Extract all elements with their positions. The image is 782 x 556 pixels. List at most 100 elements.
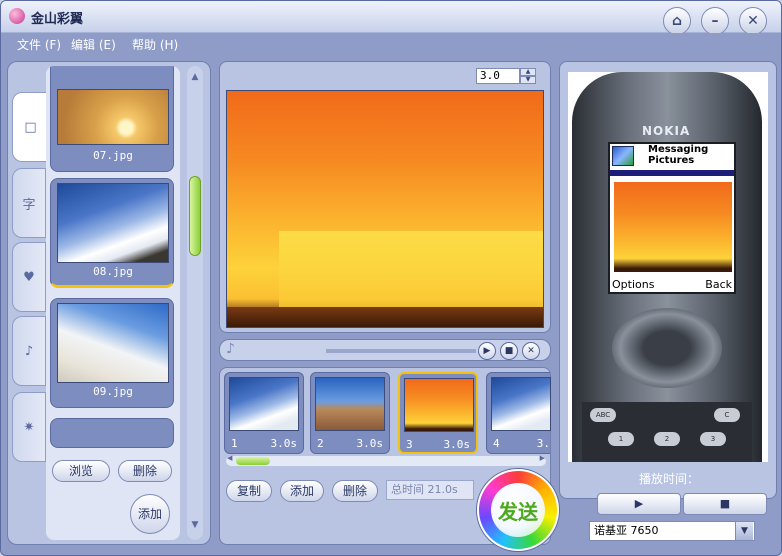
window-title: 金山彩翼 [31,12,84,27]
audio-stop-button[interactable]: ■ [500,342,518,360]
thumbnail-label: 08.jpg [93,265,133,278]
thumbnail-item[interactable]: 09.jpg [50,298,174,408]
audio-remove-button[interactable]: ✕ [522,342,540,360]
phone-stop-button[interactable]: ■ [683,493,767,515]
delete-material-button[interactable]: 删除 [118,460,172,482]
close-icon: ✕ [747,13,759,29]
timeline-frame[interactable]: 2 3.0s [310,372,390,454]
frame-thumbnail [491,377,551,431]
phone-key: 1 [608,432,634,446]
frame-number: 1 [231,437,238,450]
background-icon: □ [24,119,37,135]
phone-key: ABC [590,408,616,422]
close-icon: ✕ [527,346,535,356]
timeline-scrollbar[interactable]: ◀ ▶ [226,454,546,466]
add-material-button[interactable]: 添加 [130,494,170,534]
thumbnail-image [57,183,169,263]
audio-progress-track[interactable] [326,349,476,353]
thumbnail-item[interactable]: 07.jpg [50,66,174,172]
thumbnail-image [57,303,169,383]
send-button[interactable]: 发送 [477,469,559,551]
frame-thumbnail [229,377,299,431]
thumbnail-item[interactable]: 08.jpg [50,178,174,288]
screen-divider [610,170,734,176]
effects-icon: ✷ [23,419,35,435]
delete-frame-button[interactable]: 删除 [332,480,378,502]
preview-image [226,90,544,328]
menu-help[interactable]: 帮助 (H) [132,36,178,53]
frame-duration: 3.0s [270,437,298,450]
phone-model-select[interactable]: 诺基亚 7650 [589,521,755,541]
audio-bar: ♪ ▶ ■ ✕ [219,339,551,361]
thumbnail-label: 09.jpg [93,385,133,398]
copy-frame-button[interactable]: 复制 [226,480,272,502]
timeline-frame[interactable]: 1 3.0s [224,372,304,454]
tab-heart[interactable]: ♥ [12,242,46,312]
screen-title: Messaging Pictures [648,144,709,166]
app-logo-icon [9,8,25,24]
home-button[interactable]: ⌂ [663,7,691,35]
preview-overlay [279,231,543,307]
add-frame-button[interactable]: 添加 [280,480,324,502]
tab-effects[interactable]: ✷ [12,392,46,462]
title-bar: 金山彩翼 ⌂ – ✕ [1,1,781,35]
home-icon: ⌂ [671,13,683,29]
frame-duration: 3.0s [443,438,471,451]
thumbnail-item[interactable] [50,418,174,448]
phone-keypad: ABC C 1 2 3 [582,402,752,462]
frame-duration: 3.0s [356,437,384,450]
tab-background[interactable]: □ [12,92,48,162]
minimize-icon: – [711,13,719,29]
close-button[interactable]: ✕ [739,7,767,35]
tab-music[interactable]: ♪ [12,316,46,386]
frame-duration-input[interactable]: 3.0 [476,68,520,84]
frame-duration: 3. [536,437,550,450]
material-panel: □ 字 ♥ ♪ ✷ 背景 07.jpg 08.jpg 09. [7,61,211,545]
scroll-right-icon[interactable]: ▶ [540,454,545,462]
browse-button[interactable]: 浏览 [52,460,110,482]
menu-file[interactable]: 文件 (F) [17,36,61,53]
audio-play-button[interactable]: ▶ [478,342,496,360]
playback-controls: ▶ ■ [597,493,767,515]
softkey-back: Back [705,278,732,291]
menu-edit[interactable]: 编辑 (E) [71,36,116,53]
phone-navigation-key [612,308,722,388]
screen-header: Messaging Pictures [610,144,734,170]
stop-icon: ■ [719,497,731,510]
phone-simulator: NOKIA Messaging Pictures Options Back AB… [568,72,768,462]
minimize-button[interactable]: – [701,7,729,35]
phone-key: C [714,408,740,422]
spin-down-icon[interactable]: ▼ [520,76,536,84]
timeline-frame[interactable]: 3 3.0s [398,372,478,454]
timeline-scroll-thumb[interactable] [236,457,270,465]
chevron-down-icon[interactable]: ▼ [735,522,753,540]
stop-icon: ■ [504,346,514,356]
scroll-up-icon[interactable]: ▲ [188,70,202,84]
send-label: 发送 [491,483,545,537]
scroll-left-icon[interactable]: ◀ [227,454,232,462]
phone-screen: Messaging Pictures Options Back [608,142,736,294]
scroll-thumb[interactable] [189,176,201,256]
spin-up-icon[interactable]: ▲ [520,68,536,76]
play-icon: ▶ [483,346,491,356]
phone-key: 3 [700,432,726,446]
play-icon: ▶ [634,497,644,510]
phone-picture [614,182,732,272]
messaging-pictures-icon [612,146,634,166]
thumbnail-scrollbar[interactable]: ▲ ▼ [187,66,203,540]
app-window: 金山彩翼 ⌂ – ✕ 文件 (F) 编辑 (E) 帮助 (H) □ 字 ♥ ♪ … [0,0,782,556]
music-icon: ♪ [24,343,34,359]
thumbnail-label: 07.jpg [93,149,133,162]
phone-play-button[interactable]: ▶ [597,493,681,515]
menu-bar: 文件 (F) 编辑 (E) 帮助 (H) [1,33,781,55]
tab-text[interactable]: 字 [12,168,46,238]
text-icon: 字 [22,197,36,213]
frame-thumbnail [315,377,385,431]
heart-icon: ♥ [23,269,35,285]
music-note-icon: ♪ [226,341,235,357]
phone-key: 2 [654,432,680,446]
scroll-down-icon[interactable]: ▼ [188,518,202,532]
timeline-frame[interactable]: 4 3. [486,372,551,454]
thumbnail-image [57,89,169,145]
frame-thumbnail [404,378,474,432]
